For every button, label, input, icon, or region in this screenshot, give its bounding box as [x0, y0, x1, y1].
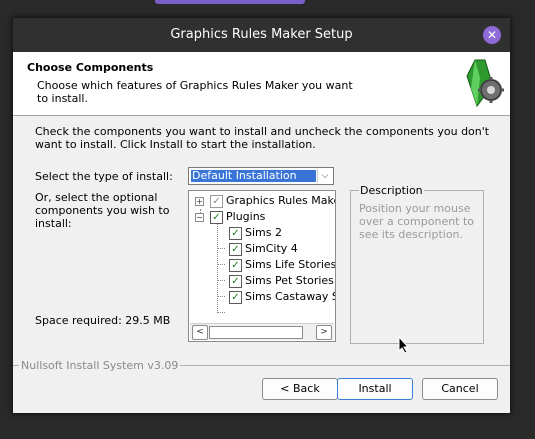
top-panel-accent: [155, 0, 305, 4]
tree-item-label: Plugins: [226, 210, 266, 223]
installer-logo-icon: [466, 59, 504, 108]
tree-item-label: Sims Pet Stories: [245, 274, 334, 287]
description-box: Description Position your mouse over a c…: [350, 184, 484, 344]
checkbox-sims-castaway-stories[interactable]: ✓: [229, 291, 242, 304]
page-subtitle: Choose which features of Graphics Rules …: [37, 79, 353, 105]
tree-connector: [217, 221, 218, 313]
horizontal-scrollbar[interactable]: < >: [190, 323, 334, 340]
checkbox-graphics-rules-maker[interactable]: ✓: [210, 195, 223, 208]
description-text: Position your mouse over a component to …: [359, 202, 475, 241]
description-legend: Description: [359, 184, 424, 197]
tree-item-label: Graphics Rules Maker: [226, 194, 336, 207]
title-bar[interactable]: Graphics Rules Maker Setup ✕: [13, 18, 510, 52]
intro-text: Check the components you want to install…: [35, 125, 490, 151]
page-title: Choose Components: [27, 61, 154, 74]
tree-item-label: SimCity 4: [245, 242, 298, 255]
checkbox-sims-life-stories[interactable]: ✓: [229, 259, 242, 272]
cancel-button[interactable]: Cancel: [422, 378, 498, 400]
mouse-pointer-icon: [398, 336, 410, 354]
tree-connector: [217, 280, 225, 281]
tree-item-graphics-rules-maker[interactable]: + ✓ Graphics Rules Maker: [189, 193, 335, 209]
close-button[interactable]: ✕: [483, 26, 501, 44]
installer-window: Graphics Rules Maker Setup ✕ Choose Comp…: [12, 17, 511, 414]
collapse-icon[interactable]: −: [195, 213, 204, 222]
expand-icon[interactable]: +: [195, 197, 204, 206]
tree-item-label: Sims 2: [245, 226, 282, 239]
tree-connector: [217, 312, 225, 313]
tree-connector: [217, 248, 225, 249]
window-title: Graphics Rules Maker Setup: [170, 27, 353, 42]
tree-connector: [217, 296, 225, 297]
tree-item-label: Sims Castaway Stories: [245, 290, 335, 303]
chevron-down-icon[interactable]: ⌵: [317, 169, 332, 183]
tree-item-plugins[interactable]: − ✓ Plugins: [189, 209, 335, 225]
install-button[interactable]: Install: [337, 378, 413, 400]
tree-item-label: Sims Life Stories: [245, 258, 336, 271]
optional-components-label: Or, select the optional components you w…: [35, 191, 170, 230]
branding-text: Nullsoft Install System v3.09: [19, 359, 181, 372]
scroll-thumb[interactable]: [209, 326, 303, 339]
install-type-dropdown[interactable]: Default Installation ⌵: [188, 167, 334, 185]
page-header: Choose Components Choose which features …: [13, 52, 510, 116]
tree-connector: [217, 264, 225, 265]
checkbox-sims-2[interactable]: ✓: [229, 227, 242, 240]
install-type-label: Select the type of install:: [35, 170, 173, 183]
checkbox-sims-pet-stories[interactable]: ✓: [229, 275, 242, 288]
scroll-left-button[interactable]: <: [192, 325, 208, 340]
checkbox-simcity-4[interactable]: ✓: [229, 243, 242, 256]
space-required-text: Space required: 29.5 MB: [35, 314, 171, 327]
components-tree: + ✓ Graphics Rules Maker − ✓ Plugins ✓ S…: [188, 190, 336, 342]
close-icon: ✕: [486, 28, 498, 42]
back-button[interactable]: < Back: [262, 378, 338, 400]
scroll-right-button[interactable]: >: [316, 325, 332, 340]
install-type-selected: Default Installation: [191, 170, 316, 182]
checkbox-plugins[interactable]: ✓: [210, 211, 223, 224]
